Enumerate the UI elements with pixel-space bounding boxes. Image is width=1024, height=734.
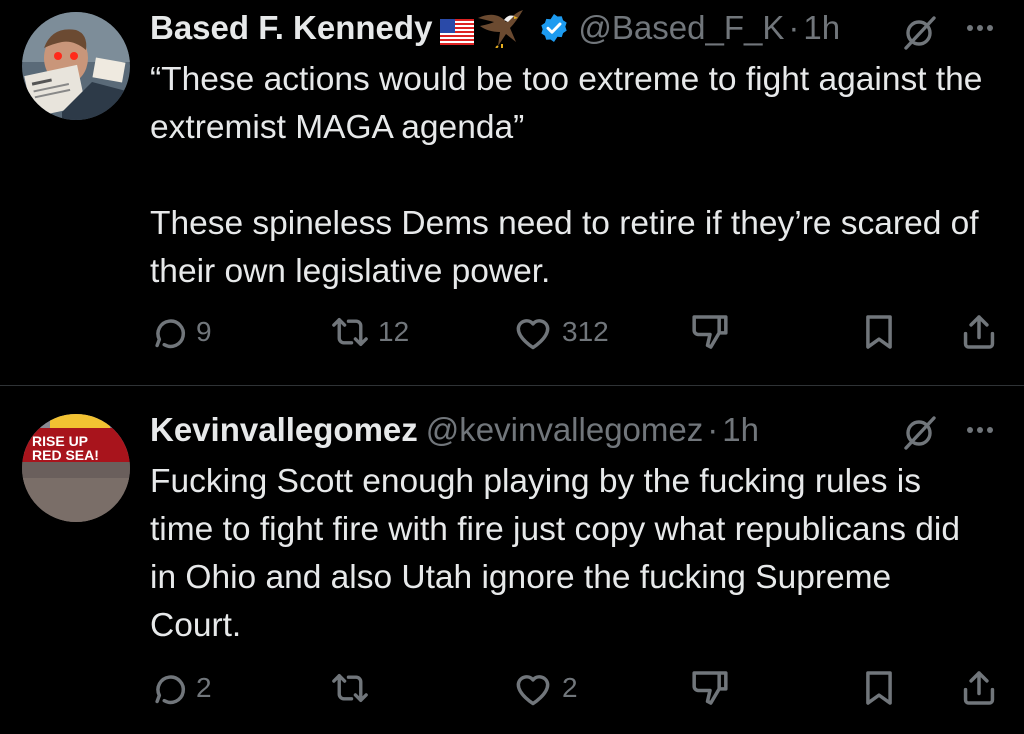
bookmark-button[interactable] [862,668,896,708]
repost-icon [332,674,368,702]
like-count: 2 [562,672,578,703]
tweet-actions: 2 2 [150,668,1010,708]
heart-icon [516,675,550,706]
thumbs-down-icon [692,671,728,705]
bookmark-icon [866,671,892,705]
author-handle[interactable]: @kevinvallegomez [426,411,703,449]
share-icon [963,671,995,705]
timestamp[interactable]: 1h [722,411,759,449]
grok-icon[interactable] [900,412,940,452]
repost-button[interactable] [330,668,378,708]
tweet-divider [0,385,1024,386]
tweet[interactable]: RISE UP RED SEA! Kevinvallegomez @kevinv… [0,0,1024,706]
share-button[interactable] [960,668,998,708]
separator-dot: · [707,411,719,448]
avatar[interactable]: RISE UP RED SEA! [22,414,130,522]
tweet-text: Fucking Scott enough playing by the fuck… [150,463,960,644]
reply-icon [155,675,186,705]
author-name[interactable]: Kevinvallegomez [150,411,418,449]
tweet-header: Kevinvallegomez @kevinvallegomez · 1h [150,410,759,450]
reply-count: 2 [196,672,212,703]
like-button[interactable]: 2 [512,668,578,708]
reply-button[interactable]: 2 [150,668,212,708]
downvote-button[interactable] [690,668,730,708]
avatar-text-line2: RED SEA! [32,447,99,463]
more-options-icon[interactable] [962,410,998,450]
